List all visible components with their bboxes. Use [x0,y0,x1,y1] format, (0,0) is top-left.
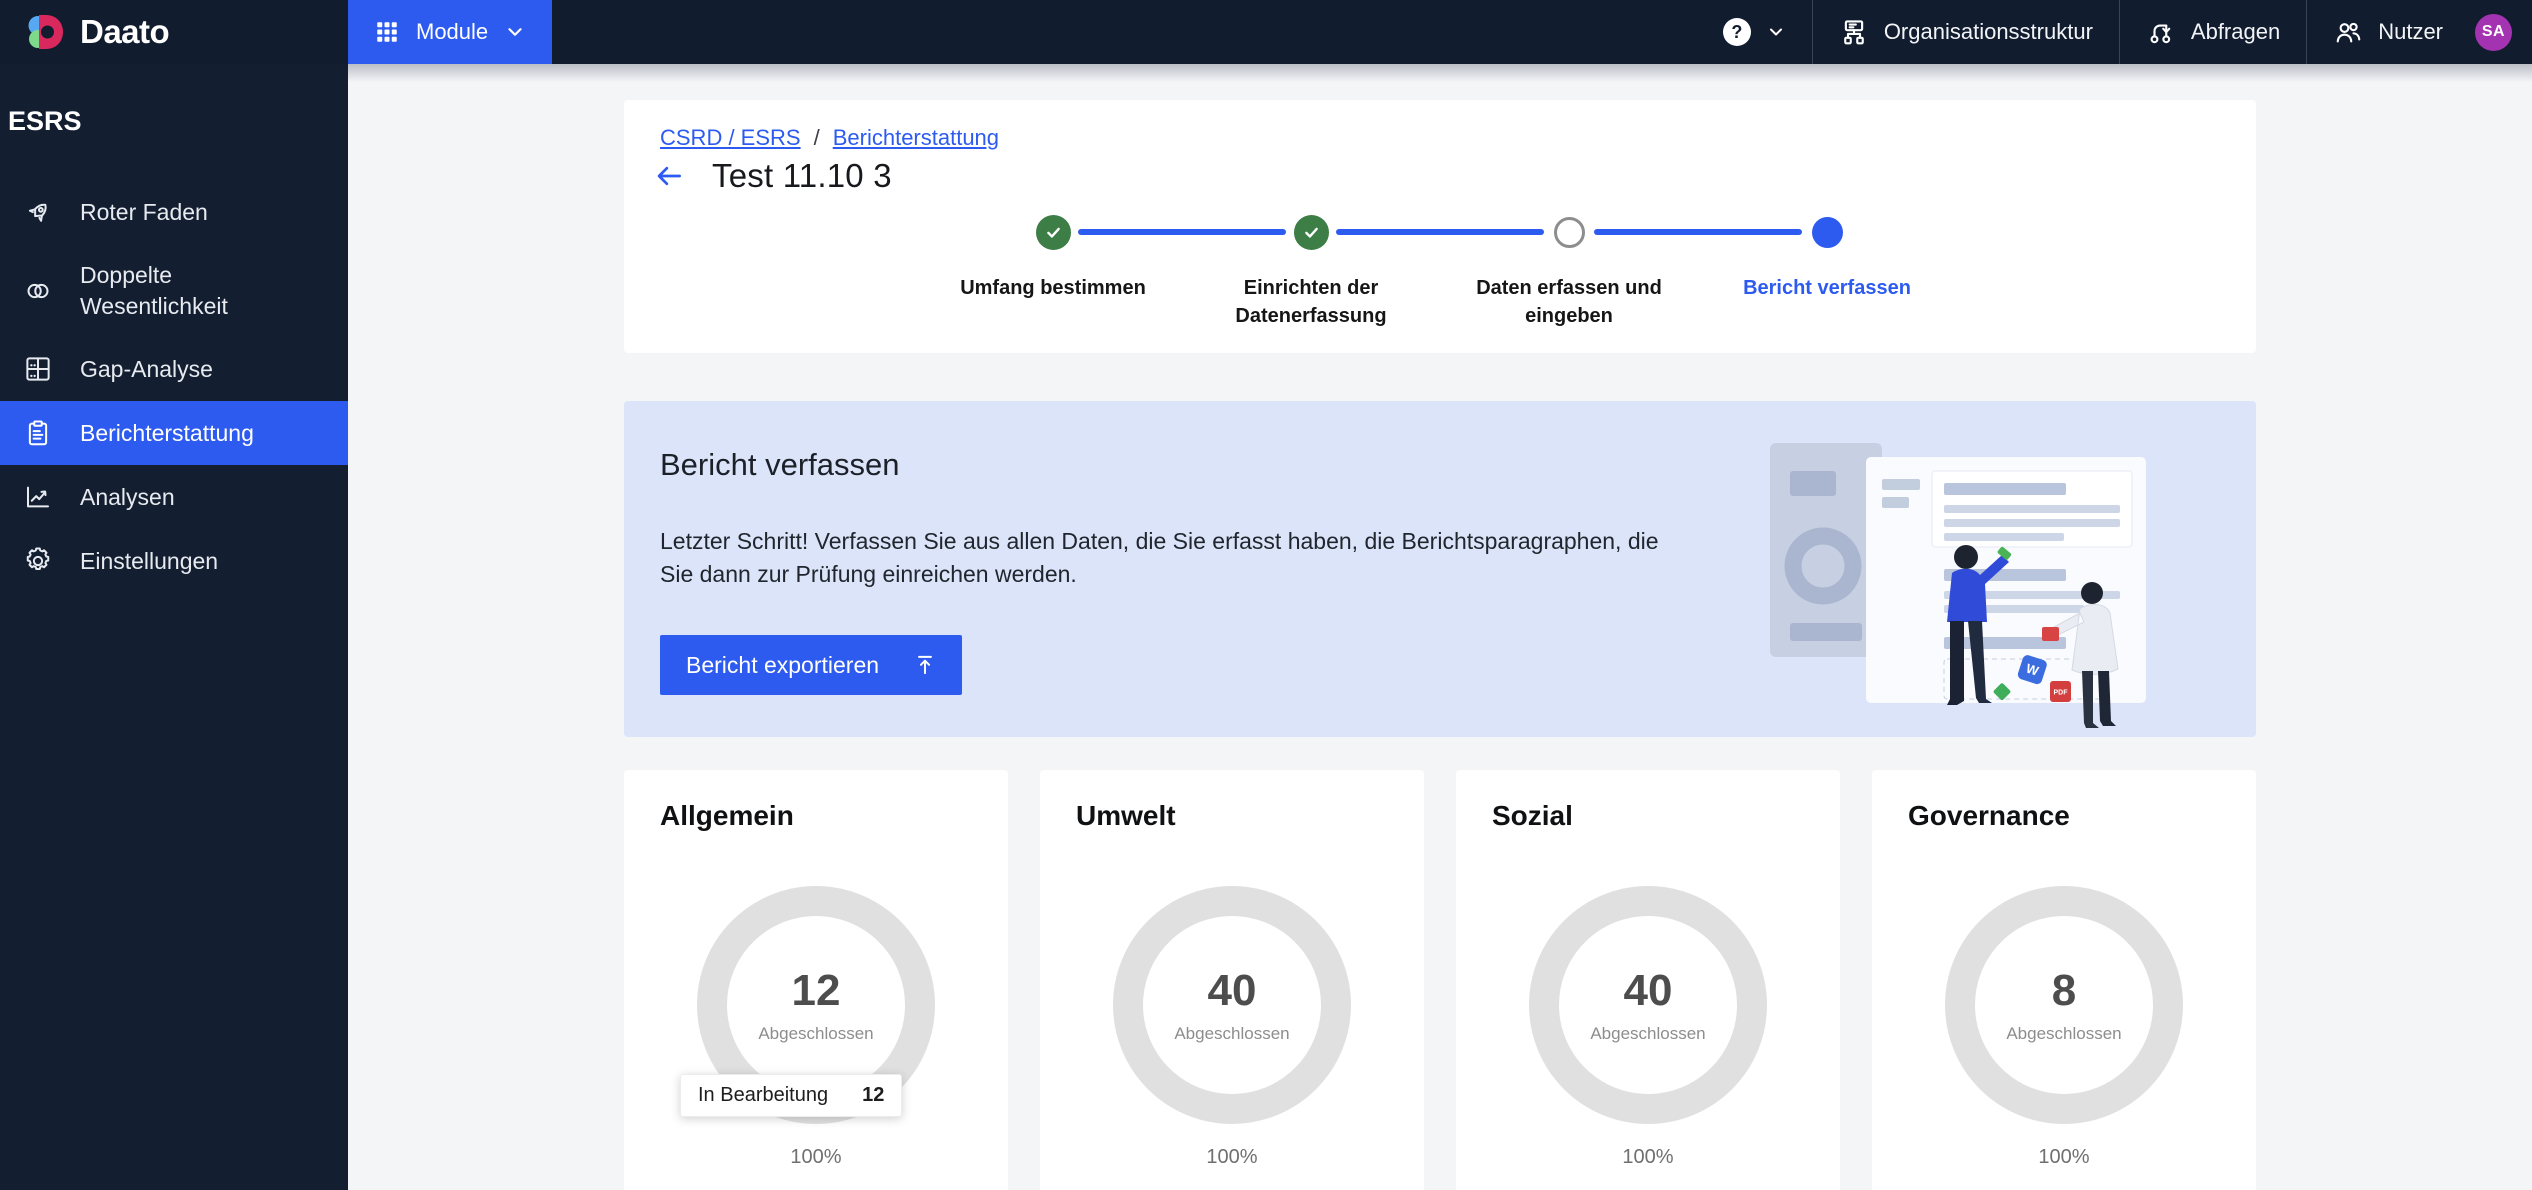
sidebar-item-analysen[interactable]: Analysen [0,465,348,529]
users-button[interactable]: Nutzer [2307,0,2469,64]
donut-chart[interactable]: 40 Abgeschlossen [1113,886,1351,1124]
donut-chart[interactable]: 40 Abgeschlossen [1529,886,1767,1124]
sidebar-item-label: Analysen [80,482,175,513]
topbar-right: ? Organisationsstruktur [1697,0,2532,64]
donut-value-label: Abgeschlossen [1174,1024,1289,1044]
category-card-governance: Governance 8 Abgeschlossen 100% [1872,770,2256,1190]
report-write-panel: Bericht verfassen Letzter Schritt! Verfa… [624,401,2256,737]
donut-value: 12 [792,966,841,1016]
sidebar-item-berichterstattung[interactable]: Berichterstattung [0,401,348,465]
sidebar-item-label: Doppelte Wesentlichkeit [80,260,324,322]
module-button-label: Module [416,19,488,45]
sidebar-item-label: Gap-Analyse [80,354,213,385]
panel-description: Letzter Schritt! Verfassen Sie aus allen… [660,525,1675,591]
sidebar-item-label: Einstellungen [80,546,218,577]
sidebar-item-doppelte-wesentlichkeit[interactable]: Doppelte Wesentlichkeit [0,245,348,337]
export-icon [912,652,938,678]
venn-icon [22,276,54,306]
report-header-card: CSRD / ESRS / Berichterstattung Test 11.… [624,100,2256,353]
donut-value-label: Abgeschlossen [1590,1024,1705,1044]
help-icon: ? [1723,18,1751,46]
sidebar: ESRS Roter Faden Doppelte Wesentlichkeit [0,64,348,1190]
step-label: Daten erfassen und eingeben [1440,274,1698,330]
chart-tooltip: In Bearbeitung 12 [680,1074,902,1117]
step-done-icon [1036,215,1071,250]
tooltip-value: 12 [862,1084,884,1107]
export-report-button[interactable]: Bericht exportieren [660,635,962,695]
org-structure-button[interactable]: Organisationsstruktur [1813,0,2119,64]
panel-title: Bericht verfassen [660,447,2256,483]
users-label: Nutzer [2378,19,2443,45]
main-content: CSRD / ESRS / Berichterstattung Test 11.… [348,64,2532,1190]
donut-percent: 100% [624,1146,1008,1169]
donut-value: 8 [2052,966,2076,1016]
donut-value: 40 [1624,966,1673,1016]
breadcrumb-link-berichterstattung[interactable]: Berichterstattung [833,125,999,151]
sidebar-item-gap-analyse[interactable]: Gap-Analyse [0,337,348,401]
step-active-icon [1812,217,1843,248]
step-label: Umfang bestimmen [924,274,1182,302]
donut-value: 40 [1208,966,1257,1016]
tooltip-label: In Bearbeitung [698,1084,828,1107]
page-title: Test 11.10 3 [712,157,892,195]
step-pending-icon [1554,217,1585,248]
category-cards: Allgemein 12 Abgeschlossen 100% In Bearb… [624,770,2256,1190]
gear-icon [22,546,54,576]
breadcrumb-link-csrd-esrs[interactable]: CSRD / ESRS [660,125,801,151]
donut-percent: 100% [1456,1146,1840,1169]
card-title: Governance [1872,770,2256,832]
donut-value-label: Abgeschlossen [2006,1024,2121,1044]
step-done-icon [1294,215,1329,250]
grid-icon [374,19,400,45]
clipboard-icon [22,418,54,448]
card-title: Umwelt [1040,770,1424,832]
step-label: Einrichten der Datenerfassung [1182,274,1440,330]
grid-quadrant-icon [22,354,54,384]
donut-value-label: Abgeschlossen [758,1024,873,1044]
topbar: Daato Module ? Orga [0,0,2532,64]
daato-logo[interactable]: Daato [0,0,348,64]
category-card-allgemein: Allgemein 12 Abgeschlossen 100% In Bearb… [624,770,1008,1190]
donut-chart[interactable]: 8 Abgeschlossen [1945,886,2183,1124]
export-report-button-label: Bericht exportieren [686,652,879,679]
donut-percent: 100% [1040,1146,1424,1169]
category-card-umwelt: Umwelt 40 Abgeschlossen 100% [1040,770,1424,1190]
org-chart-icon [1839,17,1869,47]
svg-text:PDF: PDF [2054,690,2069,697]
queries-label: Abfragen [2191,19,2280,45]
card-title: Allgemein [624,770,1008,832]
sidebar-item-label: Berichterstattung [80,418,254,449]
rocket-icon [22,198,54,228]
back-arrow-icon[interactable] [652,159,686,193]
sidebar-section-title: ESRS [0,106,348,137]
queries-button[interactable]: Abfragen [2120,0,2306,64]
avatar[interactable]: SA [2475,14,2512,51]
card-title: Sozial [1456,770,1840,832]
progress-stepper: Umfang bestimmen Einrichten der Datenerf… [924,214,1956,330]
breadcrumb-separator: / [814,125,820,151]
workflow-arrow-icon [2146,17,2176,47]
breadcrumb: CSRD / ESRS / Berichterstattung [660,125,999,151]
chevron-down-icon [504,21,526,43]
users-group-icon [2333,17,2363,47]
sidebar-item-einstellungen[interactable]: Einstellungen [0,529,348,593]
module-button[interactable]: Module [348,0,552,64]
step-label: Bericht verfassen [1698,274,1956,302]
category-card-sozial: Sozial 40 Abgeschlossen 100% [1456,770,1840,1190]
logo-wordmark: Daato [80,13,169,51]
step-bericht-verfassen[interactable]: Bericht verfassen [1698,214,1956,330]
daato-logo-icon [26,12,66,52]
sidebar-item-roter-faden[interactable]: Roter Faden [0,181,348,245]
donut-percent: 100% [1872,1146,2256,1169]
sidebar-item-label: Roter Faden [80,197,208,228]
org-structure-label: Organisationsstruktur [1884,19,2093,45]
chevron-down-icon [1766,22,1786,42]
chart-line-icon [22,482,54,512]
help-menu-button[interactable]: ? [1697,0,1812,64]
